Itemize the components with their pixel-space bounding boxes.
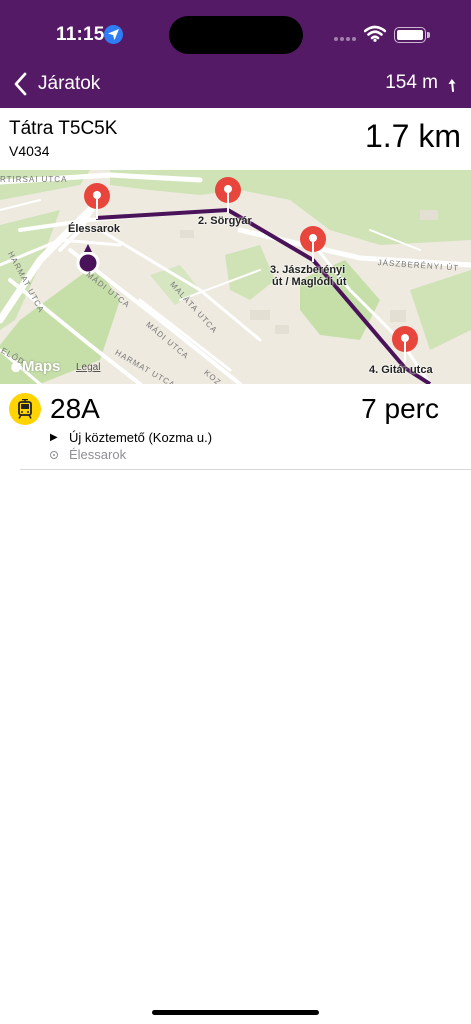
vehicle-model: Tátra T5C5K: [9, 118, 118, 139]
map-pin-icon[interactable]: [82, 182, 112, 220]
wifi-icon: [364, 25, 386, 42]
status-time: 11:15: [56, 24, 105, 45]
row-divider: [20, 469, 471, 470]
play-icon: ▶: [50, 432, 58, 443]
maps-logo: Maps: [10, 358, 60, 375]
origin-dot-icon: [50, 450, 58, 459]
map-pin-icon[interactable]: [390, 325, 420, 363]
battery-icon: [394, 27, 430, 43]
walking-distance: 154 m: [385, 72, 438, 93]
vehicle-id: V4034: [9, 143, 50, 159]
nav-header: 11:15 Járatok 154 m: [0, 0, 471, 108]
tram-icon: [9, 393, 41, 425]
location-arrow-icon: [104, 25, 123, 44]
back-button[interactable]: Járatok: [10, 70, 100, 98]
departure-eta: 7 perc: [361, 393, 439, 424]
maps-logo-text: Maps: [22, 358, 61, 375]
map-pin-icon[interactable]: [213, 176, 243, 214]
home-indicator[interactable]: [152, 1010, 319, 1015]
user-location-dot: [76, 251, 100, 275]
stop-label-3-line2: út / Maglódi út: [272, 276, 347, 288]
vehicle-distance: 1.7 km: [364, 118, 461, 154]
apple-logo-icon: [11, 359, 21, 372]
legal-link[interactable]: Legal: [76, 362, 100, 373]
cellular-signal-icon: [334, 37, 358, 41]
origin: Élessarok: [50, 447, 126, 462]
route-number: 28A: [50, 393, 100, 424]
vehicle-info: Tátra T5C5K V4034 1.7 km: [0, 108, 471, 170]
map-view[interactable]: Élessarok 2. Sörgyár 3. Jászberényi út /…: [0, 170, 471, 384]
chevron-left-icon: [14, 72, 27, 96]
stop-label-4: 4. Gitár utca: [369, 364, 433, 376]
map-pin-icon[interactable]: [298, 225, 328, 263]
departure-row[interactable]: 28A 7 perc ▶ Új köztemető (Kozma u.) Éle…: [0, 384, 471, 470]
back-label: Járatok: [38, 73, 101, 94]
stop-label-1: Élessarok: [68, 223, 120, 235]
stop-label-2: 2. Sörgyár: [198, 215, 252, 227]
destination: ▶ Új köztemető (Kozma u.): [50, 430, 212, 445]
origin-label: Élessarok: [69, 447, 127, 462]
direction-arrow-icon: [448, 79, 456, 92]
street-label: RTIRSAI UTCA: [0, 175, 68, 184]
dynamic-island: [169, 16, 303, 54]
destination-label: Új köztemető (Kozma u.): [69, 430, 213, 445]
